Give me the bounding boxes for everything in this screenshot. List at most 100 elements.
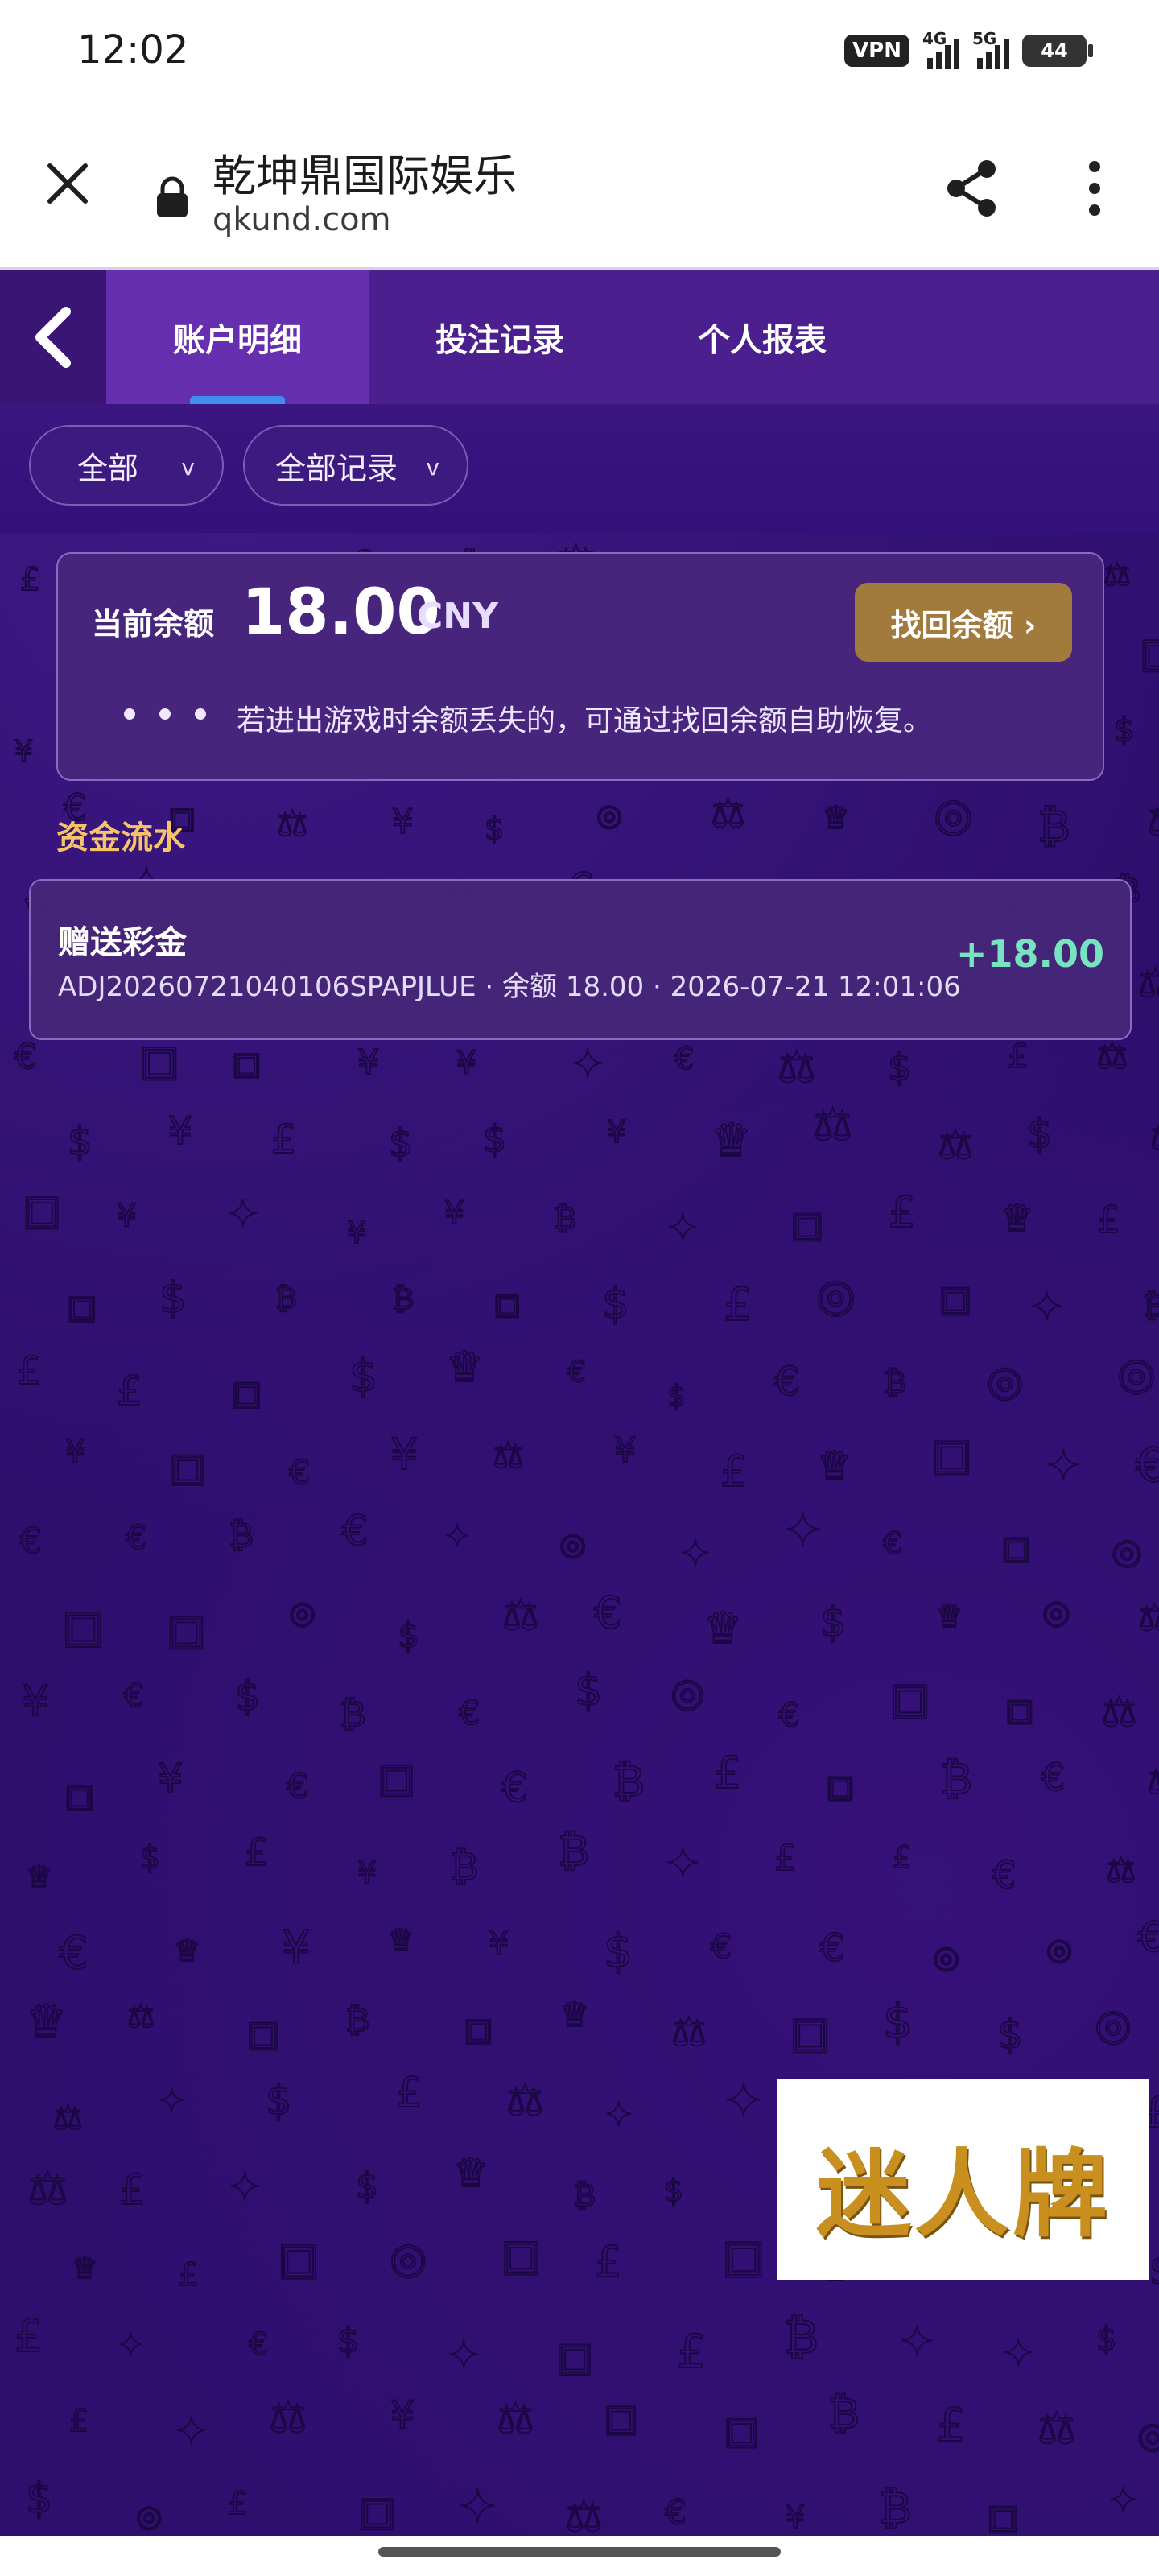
recover-balance-button[interactable]: 找回余额 ›: [855, 583, 1072, 662]
pattern-glyph: €: [60, 1927, 89, 1979]
pattern-glyph: ₿: [1143, 1288, 1159, 1323]
pattern-glyph: €: [19, 1521, 42, 1562]
pattern-glyph: ⚖: [1101, 1689, 1137, 1736]
pattern-glyph: ▣: [931, 1429, 972, 1480]
pattern-glyph: ◎: [1046, 1932, 1072, 1967]
pattern-glyph: ▣: [232, 1046, 262, 1082]
pattern-glyph: $: [266, 2077, 291, 2124]
pattern-glyph: ₿: [828, 2389, 860, 2438]
pattern-glyph: €: [1138, 1914, 1159, 1962]
pattern-glyph: ¥: [456, 1045, 476, 1081]
pattern-glyph: £: [677, 2326, 706, 2379]
pattern-glyph: ✦: [175, 2409, 207, 2454]
pattern-glyph: €: [14, 1037, 36, 1077]
pattern-glyph: ♛: [446, 1344, 484, 1392]
back-button[interactable]: [0, 270, 106, 404]
pattern-glyph: ▣: [23, 1187, 61, 1234]
pattern-glyph: ▣: [556, 2334, 593, 2380]
pattern-glyph: ✦: [571, 1042, 604, 1087]
pattern-glyph: ▣: [826, 1769, 855, 1804]
tab-personal-report[interactable]: 个人报表: [631, 270, 893, 404]
pattern-glyph: €: [820, 1926, 844, 1971]
pattern-glyph: ₿: [784, 2310, 819, 2364]
pattern-glyph: ♛: [1000, 1196, 1033, 1240]
pattern-glyph: ⚖: [1150, 1117, 1159, 1158]
pattern-glyph: ▣: [722, 2230, 765, 2283]
signal-4g-icon: 4G: [922, 29, 959, 69]
pattern-glyph: ⚖: [1147, 1759, 1159, 1802]
browser-toolbar: 乾坤鼎国际娱乐 qkund.com: [0, 105, 1159, 270]
pattern-glyph: €: [126, 1518, 146, 1557]
pattern-glyph: €: [594, 1587, 621, 1638]
close-icon[interactable]: [42, 158, 93, 209]
pattern-glyph: £: [20, 562, 40, 598]
more-vert-icon[interactable]: [1070, 156, 1119, 221]
promo-logo[interactable]: 迷人牌: [777, 2079, 1149, 2280]
pattern-glyph: £: [937, 2400, 966, 2452]
pattern-glyph: $: [667, 1380, 686, 1413]
pattern-glyph: ⚖: [565, 2493, 603, 2541]
pattern-glyph: ✦: [448, 2333, 480, 2378]
balance-value: 18.00: [241, 576, 440, 649]
pattern-glyph: ¥: [347, 1215, 366, 1250]
pattern-glyph: ⚖: [1147, 796, 1159, 845]
pattern-glyph: ✦: [724, 2074, 763, 2128]
pattern-glyph: ✦: [667, 1206, 699, 1249]
pattern-glyph: $: [140, 1840, 160, 1876]
pattern-glyph: ◎: [1042, 1594, 1070, 1631]
pattern-glyph: ₿: [1037, 800, 1070, 852]
home-indicator[interactable]: [378, 2547, 781, 2557]
pattern-glyph: ¥: [14, 735, 33, 768]
transaction-meta: ADJ20260721040106SPAPJLUE · 余额 18.00 · 2…: [58, 971, 961, 1003]
pattern-glyph: ¥: [390, 1429, 418, 1480]
pattern-glyph: ⚖: [127, 1999, 155, 2034]
pattern-glyph: €: [501, 1765, 527, 1812]
pattern-glyph: €: [459, 1694, 480, 1732]
pattern-glyph: ▣: [790, 1204, 824, 1245]
pattern-glyph: ₿: [940, 1753, 972, 1804]
pattern-glyph: ₿: [345, 2000, 369, 2039]
pattern-glyph: ¥: [357, 1042, 379, 1083]
pattern-glyph: €: [342, 1508, 368, 1555]
pattern-glyph: ⚖: [671, 2009, 707, 2055]
pattern-glyph: £: [228, 2486, 248, 2522]
filter-row: 全部 v 全部记录 v: [0, 404, 1159, 533]
pattern-glyph: ⚖: [493, 1436, 524, 1476]
records-filter-value: 全部记录: [275, 450, 398, 486]
pattern-glyph: ♛: [453, 2150, 489, 2196]
pattern-glyph: $: [575, 1665, 602, 1715]
records-filter-dropdown[interactable]: 全部记录 v: [243, 425, 468, 506]
pattern-glyph: $: [888, 1046, 911, 1089]
pattern-glyph: ◎: [559, 1526, 586, 1562]
pattern-glyph: $: [337, 2321, 359, 2361]
pattern-glyph: ✦: [1109, 2480, 1137, 2520]
pattern-glyph: ¥: [282, 1922, 311, 1974]
pattern-glyph: ✦: [459, 2481, 497, 2533]
tab-bet-records[interactable]: 投注记录: [369, 270, 631, 404]
pattern-glyph: €: [774, 1359, 799, 1405]
pattern-glyph: ¥: [158, 1756, 183, 1802]
site-url[interactable]: qkund.com: [212, 201, 391, 238]
tab-account-details[interactable]: 账户明细: [106, 270, 369, 404]
pattern-glyph: ¥: [489, 1925, 509, 1962]
pattern-glyph: ♛: [174, 1934, 200, 1968]
pattern-glyph: ⚖: [502, 1592, 539, 1640]
transaction-item[interactable]: 赠送彩金 ADJ20260721040106SPAPJLUE · 余额 18.0…: [29, 879, 1132, 1040]
pattern-glyph: ✦: [680, 1532, 711, 1575]
pattern-glyph: $: [1114, 712, 1134, 749]
pattern-glyph: ¥: [357, 1855, 377, 1890]
pattern-glyph: $: [883, 1994, 913, 2049]
pattern-glyph: ¥: [168, 1109, 192, 1154]
type-filter-dropdown[interactable]: 全部 v: [29, 425, 224, 506]
signal-5g-label: 5G: [972, 29, 997, 48]
pattern-glyph: €: [711, 1927, 732, 1966]
pattern-glyph: ₿: [229, 1515, 254, 1554]
pattern-glyph: ▣: [1005, 1692, 1034, 1728]
pattern-glyph: ♛: [26, 1996, 67, 2049]
share-icon[interactable]: [942, 158, 1003, 219]
pattern-glyph: ♛: [822, 800, 850, 836]
pattern-glyph: ₿: [554, 1200, 576, 1236]
chevron-down-icon: v: [181, 454, 195, 481]
pattern-glyph: ◎: [816, 1269, 856, 1322]
pattern-glyph: ₿: [392, 1282, 414, 1316]
